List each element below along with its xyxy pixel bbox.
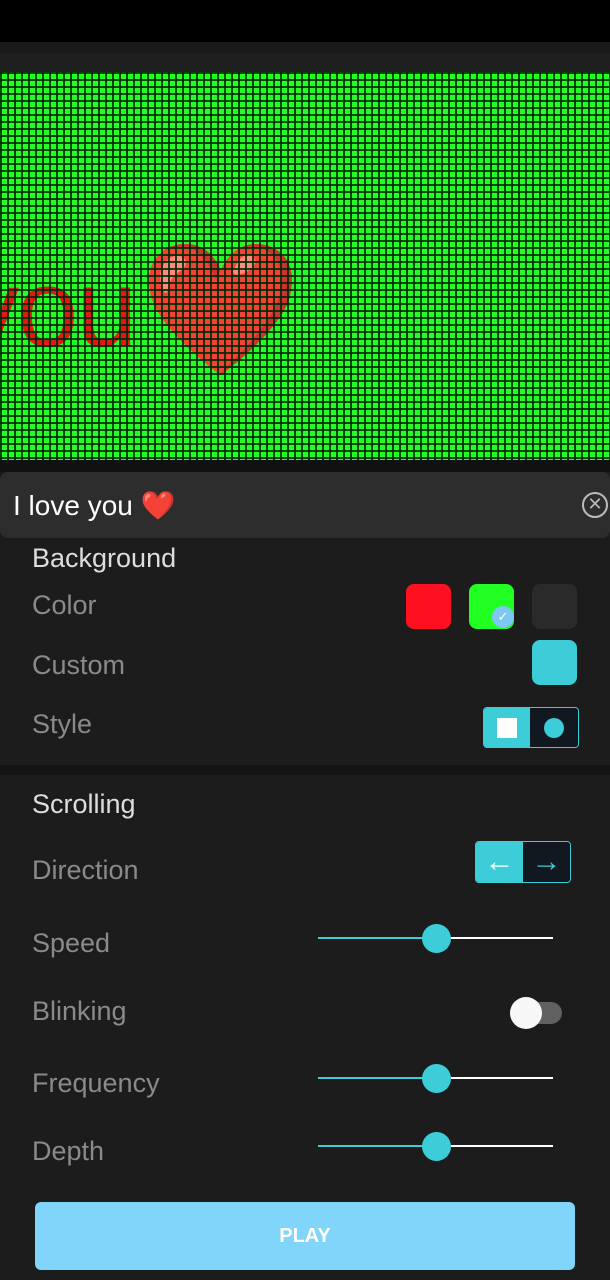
play-button[interactable]: PLAY xyxy=(35,1202,575,1270)
led-preview: veyou❤️ xyxy=(0,72,610,460)
style-toggle[interactable] xyxy=(483,707,579,748)
divider xyxy=(0,460,610,472)
message-input[interactable]: I love you ❤️ ✕ xyxy=(0,472,610,538)
custom-color-swatch[interactable] xyxy=(532,640,577,685)
blinking-switch[interactable] xyxy=(510,997,562,1029)
depth-slider[interactable] xyxy=(318,1132,553,1161)
clear-circle-icon[interactable]: ✕ xyxy=(582,492,608,518)
direction-toggle[interactable]: ← → xyxy=(475,841,571,883)
app-bar xyxy=(0,42,610,72)
speed-label: Speed xyxy=(32,928,111,958)
slider-thumb[interactable] xyxy=(421,1132,451,1161)
frequency-label: Frequency xyxy=(32,1068,160,1098)
background-title: Background xyxy=(32,543,177,573)
speed-slider[interactable] xyxy=(318,924,553,953)
slider-thumb[interactable] xyxy=(421,1064,451,1093)
arrow-left-icon[interactable]: ← xyxy=(476,842,523,882)
direction-label: Direction xyxy=(32,855,139,885)
arrow-right-icon[interactable]: → xyxy=(523,842,570,882)
color-label: Color xyxy=(32,590,97,620)
frequency-slider[interactable] xyxy=(318,1064,553,1093)
blinking-label: Blinking xyxy=(32,996,127,1026)
custom-label: Custom xyxy=(32,650,126,680)
style-label: Style xyxy=(32,709,93,739)
scrolling-section: Scrolling Direction ← → Speed Blinking F… xyxy=(0,775,610,1190)
check-icon: ✓ xyxy=(492,606,514,628)
message-input-value: I love you ❤️ xyxy=(13,489,176,521)
style-square-option[interactable] xyxy=(484,708,530,747)
depth-label: Depth xyxy=(32,1136,105,1166)
scrolling-title: Scrolling xyxy=(32,789,136,819)
style-circle-option[interactable] xyxy=(530,708,578,747)
square-icon xyxy=(497,717,517,738)
slider-thumb[interactable] xyxy=(421,924,451,953)
divider xyxy=(0,765,610,775)
status-bar xyxy=(0,0,610,42)
color-swatch-green[interactable]: ✓ xyxy=(469,584,514,629)
led-grid-overlay xyxy=(0,72,610,460)
color-swatch-red[interactable] xyxy=(406,584,451,629)
circle-icon xyxy=(544,717,564,738)
color-swatch-dark[interactable] xyxy=(532,584,577,629)
